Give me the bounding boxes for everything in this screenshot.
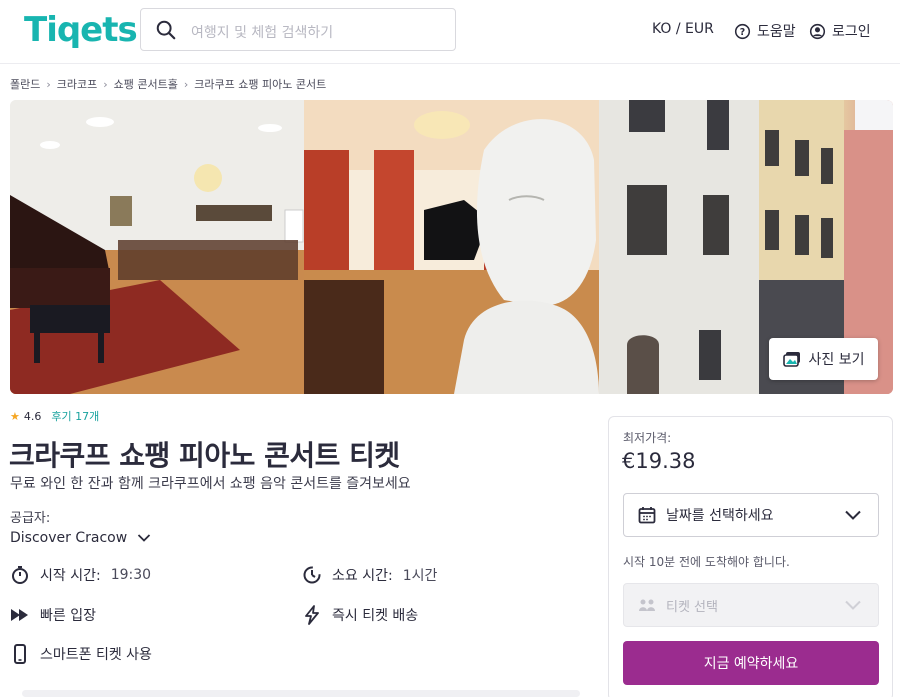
booking-panel: 최저가격: €19.38 날짜를 선택하세요 시작 10분 전에 도착해야 합니… [608, 416, 893, 697]
photo-gallery[interactable]: 사진 보기 [10, 100, 893, 394]
piano-hall-photo[interactable] [10, 100, 304, 394]
piano-hall-illustration [10, 100, 304, 394]
user-icon [809, 23, 826, 39]
price-label: 최저가격: [623, 431, 672, 445]
chevron-down-icon [845, 600, 861, 610]
help-icon: ? [734, 23, 751, 39]
page-title: 크라쿠프 쇼팽 피아노 콘서트 티켓 [9, 439, 400, 472]
feature-duration: 소요 시간: 1시간 [302, 565, 437, 585]
fast-entry-label: 빠른 입장 [40, 608, 96, 624]
start-time-label: 시작 시간: [40, 568, 101, 584]
smartphone-label: 스마트폰 티켓 사용 [40, 647, 152, 663]
rating-value: 4.6 [23, 409, 42, 423]
date-select[interactable]: 날짜를 선택하세요 [623, 493, 879, 537]
duration-value: 1시간 [402, 568, 438, 584]
locale-label: KO / EUR [652, 21, 714, 37]
duration-icon [303, 566, 321, 584]
supplier-label: 공급자: [10, 511, 51, 526]
feature-instant-delivery: 즉시 티켓 배송 [302, 605, 418, 625]
stopwatch-icon [12, 566, 28, 584]
page-subtitle: 무료 와인 한 잔과 함께 크라쿠프에서 쇼팽 음악 콘서트를 즐겨보세요 [10, 476, 411, 492]
svg-text:?: ? [740, 26, 745, 37]
locale-selector[interactable]: KO / EUR [652, 21, 714, 37]
chevron-right-icon: › [103, 77, 108, 91]
calendar-icon [638, 507, 656, 524]
tiqets-logo[interactable]: Tiqets [24, 10, 138, 50]
ticket-select[interactable]: 티켓 선택 [623, 583, 879, 627]
show-photos-button[interactable]: 사진 보기 [769, 338, 878, 380]
date-select-label: 날짜를 선택하세요 [666, 508, 774, 524]
search-input[interactable]: 여행지 및 체험 검색하기 [140, 8, 456, 51]
breadcrumb-item[interactable]: 쇼팽 콘서트홀 [114, 76, 178, 92]
login-link[interactable]: 로그인 [809, 21, 871, 41]
chevron-right-icon: › [46, 77, 51, 91]
feature-fast-entry: 빠른 입장 [10, 605, 96, 625]
chopin-bust-photo[interactable] [304, 100, 599, 394]
photos-icon [782, 352, 800, 367]
breadcrumb-item[interactable]: 폴란드 [10, 76, 40, 92]
breadcrumb-item[interactable]: 크라코프 [57, 76, 97, 92]
search-placeholder: 여행지 및 체험 검색하기 [191, 25, 334, 41]
help-link[interactable]: ? 도움말 [734, 21, 796, 41]
feature-start-time: 시작 시간: 19:30 [10, 565, 151, 585]
rating: ★ 4.6 후기 17개 [10, 408, 99, 424]
login-label: 로그인 [832, 24, 871, 40]
arrival-note: 시작 10분 전에 도착해야 합니다. [623, 555, 790, 569]
supplier-name: Discover Cracow [10, 530, 128, 546]
smartphone-icon [14, 644, 26, 664]
search-icon [156, 20, 176, 40]
star-icon: ★ [10, 409, 20, 423]
show-photos-label: 사진 보기 [808, 352, 865, 368]
instant-delivery-label: 즉시 티켓 배송 [332, 608, 419, 624]
reviews-link[interactable]: 후기 17개 [51, 408, 99, 424]
chevron-down-icon [845, 510, 861, 520]
chopin-bust-illustration [304, 100, 599, 394]
feature-smartphone: 스마트폰 티켓 사용 [10, 644, 152, 664]
chevron-down-icon [138, 534, 151, 542]
help-label: 도움말 [757, 24, 796, 40]
breadcrumb: 폴란드 › 크라코프 › 쇼팽 콘서트홀 › 크라쿠프 쇼팽 피아노 콘서트 [10, 76, 326, 92]
lightning-icon [305, 605, 319, 625]
duration-label: 소요 시간: [332, 568, 393, 584]
supplier-dropdown[interactable]: Discover Cracow [10, 530, 151, 546]
tickets-icon [639, 599, 655, 611]
start-time-value: 19:30 [110, 567, 152, 583]
fast-forward-icon [11, 609, 28, 621]
chevron-right-icon: › [183, 77, 189, 91]
price-value: €19.38 [622, 449, 696, 473]
section-divider [22, 690, 580, 697]
breadcrumb-current: 크라쿠프 쇼팽 피아노 콘서트 [194, 78, 327, 91]
book-now-button[interactable]: 지금 예약하세요 [623, 641, 879, 685]
site-header: Tiqets 여행지 및 체험 검색하기 KO / EUR ? 도움말 로그인 [0, 0, 900, 64]
ticket-select-label: 티켓 선택 [666, 599, 718, 615]
